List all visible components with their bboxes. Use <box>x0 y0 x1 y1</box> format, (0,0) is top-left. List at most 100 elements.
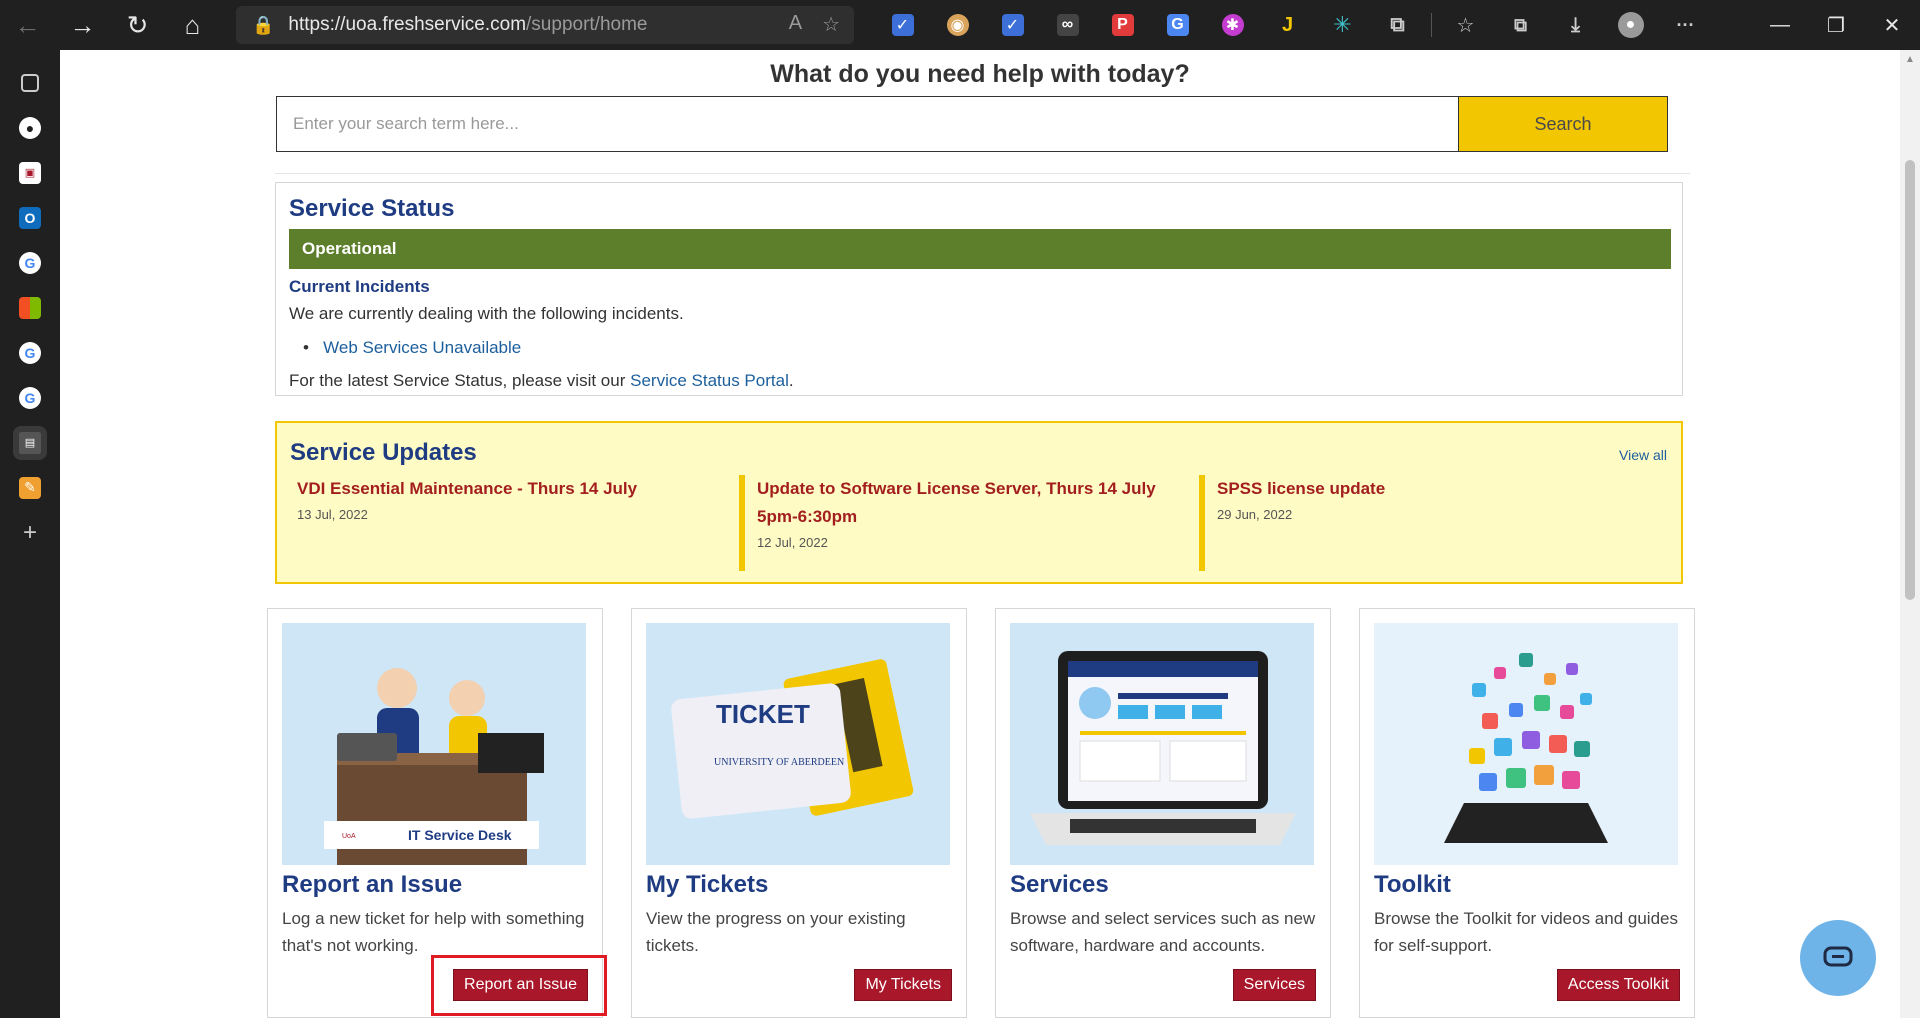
card-my-tickets: TICKET UNIVERSITY OF ABERDEEN My Tickets… <box>631 608 967 1018</box>
add-favorite-icon[interactable]: ☆ <box>822 12 840 37</box>
favorites-icon[interactable]: ☆ <box>1438 0 1493 50</box>
page-scrollbar[interactable]: ▲ <box>1900 50 1920 1018</box>
incident-list-item: • Web Services Unavailable <box>303 338 522 357</box>
home-icon: ⌂ <box>184 9 201 40</box>
toolbar-separator <box>1431 13 1432 37</box>
scroll-up-icon[interactable]: ▲ <box>1905 54 1915 65</box>
card-title[interactable]: My Tickets <box>646 871 768 899</box>
update-item[interactable]: VDI Essential Maintenance - Thurs 14 Jul… <box>297 475 647 571</box>
sidebar-microsoft-item[interactable] <box>0 285 60 330</box>
sidebar-outlook-item[interactable]: O <box>0 195 60 240</box>
restore-button[interactable]: ❐ <box>1808 0 1864 50</box>
card-title[interactable]: Services <box>1010 871 1109 899</box>
tablet-apps-illustration <box>1374 623 1678 865</box>
google-icon: G <box>19 341 41 364</box>
update-item[interactable]: Update to Software License Server, Thurs… <box>739 475 1159 571</box>
my-tickets-button[interactable]: My Tickets <box>854 969 952 1001</box>
card-title[interactable]: Toolkit <box>1374 871 1451 899</box>
update-title[interactable]: VDI Essential Maintenance - Thurs 14 Jul… <box>297 475 647 503</box>
sidebar-google-item-2[interactable]: G <box>0 330 60 375</box>
tabs-icon <box>21 73 39 92</box>
minimize-button[interactable]: — <box>1752 0 1808 50</box>
card-description: Log a new ticket for help with something… <box>282 909 585 955</box>
it-service-desk-label: IT Service Desk <box>408 827 512 843</box>
chat-widget-button[interactable] <box>1800 920 1876 996</box>
sidebar-google-item-1[interactable]: G <box>0 240 60 285</box>
access-toolkit-button[interactable]: Access Toolkit <box>1556 969 1680 1001</box>
extensions-bar: ✓ ◉ ✓ ∞ P G ✱ J ✳ ⧉ ☆ ⧉ ⤓ ● ··· <box>875 0 1713 50</box>
refresh-button[interactable]: ↻ <box>110 0 165 50</box>
service-updates-title: Service Updates <box>290 439 477 466</box>
asterisk-extension-icon[interactable]: ✳ <box>1315 0 1370 50</box>
download-icon[interactable]: ⤓ <box>1548 0 1603 50</box>
search-placeholder: Enter your search term here... <box>293 114 519 133</box>
ticket-illustration: TICKET UNIVERSITY OF ABERDEEN <box>646 623 950 865</box>
card-title[interactable]: Report an Issue <box>282 871 462 899</box>
update-date: 13 Jul, 2022 <box>297 507 368 522</box>
card-services: Services Browse and select services such… <box>995 608 1331 1018</box>
url-text: https://uoa.freshservice.com/support/hom… <box>288 14 648 35</box>
service-status-title: Service Status <box>289 195 455 222</box>
laptop-illustration <box>1010 623 1314 865</box>
j-extension-icon[interactable]: J <box>1260 0 1315 50</box>
forward-icon: → <box>69 9 96 40</box>
refresh-icon: ↻ <box>126 9 149 40</box>
service-status-portal-link[interactable]: Service Status Portal <box>630 371 789 390</box>
home-button[interactable]: ⌂ <box>165 0 220 50</box>
chat-icon <box>1823 946 1853 967</box>
bookmark-2-extension-icon[interactable]: ✓ <box>985 0 1040 50</box>
google-icon: G <box>19 386 41 409</box>
read-aloud-icon[interactable]: A <box>789 12 802 37</box>
update-title[interactable]: SPSS license update <box>1217 475 1619 503</box>
svg-text:UoA: UoA <box>342 833 356 840</box>
view-all-link[interactable]: View all <box>1619 447 1667 463</box>
divider <box>275 173 1690 174</box>
browser-sidebar: ● ▣ O G G G ▤ ✎ + <box>0 50 60 1018</box>
reader-extension-icon[interactable]: ◉ <box>930 0 985 50</box>
forward-button[interactable]: → <box>55 0 110 50</box>
sidebar-notes-item[interactable]: ✎ <box>0 465 60 510</box>
card-toolkit: Toolkit Browse the Toolkit for videos an… <box>1359 608 1695 1018</box>
back-button[interactable]: ← <box>0 0 55 50</box>
close-window-button[interactable]: ✕ <box>1864 0 1920 50</box>
ticket-label: TICKET <box>716 699 810 729</box>
sidebar-tabs-item[interactable] <box>0 60 60 105</box>
glasses-extension-icon[interactable]: ∞ <box>1040 0 1095 50</box>
it-service-desk-illustration: IT Service Desk UoA <box>282 623 586 865</box>
sidebar-google-item-3[interactable]: G <box>0 375 60 420</box>
sidebar-app-item[interactable]: ▣ <box>0 150 60 195</box>
incident-link[interactable]: Web Services Unavailable <box>323 338 521 357</box>
lock-icon: 🔒 <box>252 14 275 35</box>
puzzle-extension-icon[interactable]: ⧉ <box>1370 0 1425 50</box>
sidebar-add-item[interactable]: + <box>0 510 60 555</box>
address-bar[interactable]: 🔒 https://uoa.freshservice.com/support/h… <box>236 6 854 44</box>
browser-toolbar: ← → ↻ ⌂ 🔒 https://uoa.freshservice.com/s… <box>0 0 1920 50</box>
pdf-extension-icon[interactable]: P <box>1095 0 1150 50</box>
update-item[interactable]: SPSS license update 29 Jun, 2022 <box>1199 475 1619 571</box>
portal-line: For the latest Service Status, please vi… <box>289 371 794 390</box>
scrollbar-thumb[interactable] <box>1905 160 1915 600</box>
profile-avatar-icon[interactable]: ● <box>1603 0 1658 50</box>
services-button[interactable]: Services <box>1232 969 1316 1001</box>
notes-icon: ✎ <box>19 476 41 499</box>
translate-extension-icon[interactable]: G <box>1150 0 1205 50</box>
card-description: Browse the Toolkit for videos and guides… <box>1374 909 1678 955</box>
collections-icon[interactable]: ⧉ <box>1493 0 1548 50</box>
sidebar-uoa-item[interactable]: ▤ <box>0 420 60 465</box>
service-updates-panel: Service Updates View all VDI Essential M… <box>275 421 1683 584</box>
card-description: View the progress on your existing ticke… <box>646 909 906 955</box>
more-menu-icon[interactable]: ··· <box>1658 0 1713 50</box>
sidebar-github-item[interactable]: ● <box>0 105 60 150</box>
microsoft-icon <box>19 296 41 319</box>
search-input[interactable]: Enter your search term here... <box>276 96 1518 152</box>
uoa-desk-icon: ▤ <box>13 425 47 460</box>
help-heading: What do you need help with today? <box>770 60 1190 88</box>
update-date: 29 Jun, 2022 <box>1217 507 1293 522</box>
uoa-crest-icon: ▣ <box>19 161 41 184</box>
add-icon: + <box>22 518 37 546</box>
search-button[interactable]: Search <box>1458 96 1668 152</box>
update-title[interactable]: Update to Software License Server, Thurs… <box>757 475 1159 531</box>
bookmark-extension-icon[interactable]: ✓ <box>875 0 930 50</box>
pinwheel-extension-icon[interactable]: ✱ <box>1205 0 1260 50</box>
google-icon: G <box>19 251 41 274</box>
